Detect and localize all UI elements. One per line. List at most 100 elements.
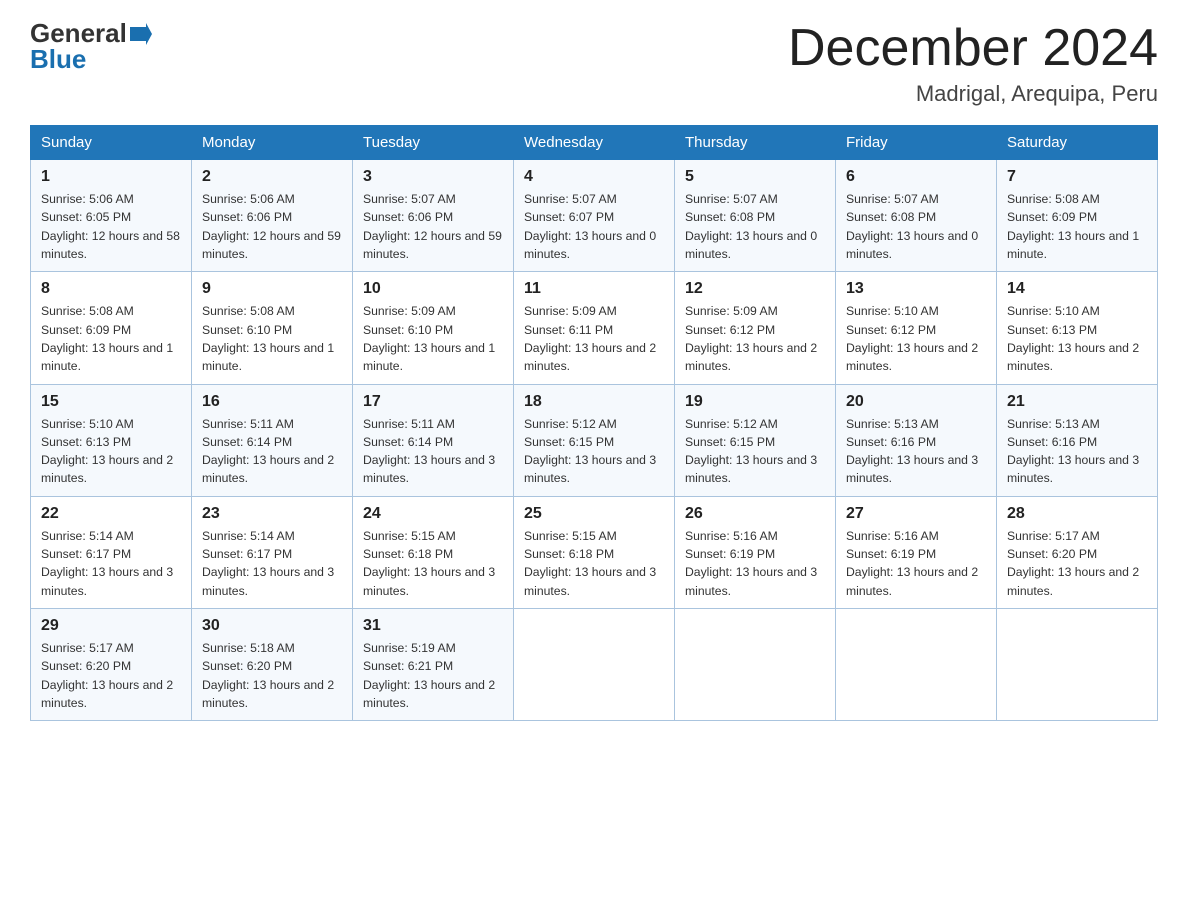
- calendar-cell: 30 Sunrise: 5:18 AMSunset: 6:20 PMDayligh…: [192, 608, 353, 720]
- calendar-cell: 23 Sunrise: 5:14 AMSunset: 6:17 PMDayligh…: [192, 496, 353, 608]
- calendar-cell: [997, 608, 1158, 720]
- calendar-cell: 15 Sunrise: 5:10 AMSunset: 6:13 PMDayligh…: [31, 384, 192, 496]
- header-friday: Friday: [836, 126, 997, 160]
- calendar-week-4: 22Sunrise: 5:14 AMSunset: 6:17 PMDayligh…: [31, 496, 1158, 608]
- day-number: 17: [363, 393, 503, 411]
- day-info: Sunrise: 5:17 AMSunset: 6:20 PMDaylight:…: [1007, 527, 1147, 600]
- day-info: Sunrise: 5:11 AMSunset: 6:14 PMDaylight:…: [363, 415, 503, 488]
- calendar-cell: 8 Sunrise: 5:08 AMSunset: 6:09 PMDaylight…: [31, 272, 192, 384]
- day-number: 23: [202, 505, 342, 523]
- calendar-header: Sunday Monday Tuesday Wednesday Thursday…: [31, 126, 1158, 160]
- page-header: General Blue December 2024 Madrigal, Are…: [30, 20, 1158, 107]
- day-info: Sunrise: 5:10 AMSunset: 6:13 PMDaylight:…: [41, 415, 181, 488]
- day-number: 28: [1007, 505, 1147, 523]
- day-number: 21: [1007, 393, 1147, 411]
- day-number: 15: [41, 393, 181, 411]
- day-number: 13: [846, 280, 986, 298]
- calendar-table: Sunday Monday Tuesday Wednesday Thursday…: [30, 125, 1158, 721]
- day-number: 24: [363, 505, 503, 523]
- day-info: Sunrise: 5:12 AMSunset: 6:15 PMDaylight:…: [524, 415, 664, 488]
- calendar-week-1: 1 Sunrise: 5:06 AMSunset: 6:05 PMDaylight…: [31, 160, 1158, 272]
- day-info: Sunrise: 5:09 AMSunset: 6:11 PMDaylight:…: [524, 302, 664, 375]
- calendar-cell: 4Sunrise: 5:07 AMSunset: 6:07 PMDaylight…: [514, 160, 675, 272]
- calendar-cell: 27 Sunrise: 5:16 AMSunset: 6:19 PMDayligh…: [836, 496, 997, 608]
- calendar-cell: 6 Sunrise: 5:07 AMSunset: 6:08 PMDaylight…: [836, 160, 997, 272]
- day-number: 18: [524, 393, 664, 411]
- calendar-cell: 24 Sunrise: 5:15 AMSunset: 6:18 PMDayligh…: [353, 496, 514, 608]
- day-number: 10: [363, 280, 503, 298]
- day-info: Sunrise: 5:13 AMSunset: 6:16 PMDaylight:…: [1007, 415, 1147, 488]
- title-block: December 2024 Madrigal, Arequipa, Peru: [788, 20, 1158, 107]
- calendar-cell: 13 Sunrise: 5:10 AMSunset: 6:12 PMDayligh…: [836, 272, 997, 384]
- day-info: Sunrise: 5:16 AMSunset: 6:19 PMDaylight:…: [685, 527, 825, 600]
- day-info: Sunrise: 5:16 AMSunset: 6:19 PMDaylight:…: [846, 527, 986, 600]
- calendar-cell: 17 Sunrise: 5:11 AMSunset: 6:14 PMDayligh…: [353, 384, 514, 496]
- header-row: Sunday Monday Tuesday Wednesday Thursday…: [31, 126, 1158, 160]
- day-info: Sunrise: 5:12 AMSunset: 6:15 PMDaylight:…: [685, 415, 825, 488]
- day-info: Sunrise: 5:09 AMSunset: 6:10 PMDaylight:…: [363, 302, 503, 375]
- header-saturday: Saturday: [997, 126, 1158, 160]
- header-sunday: Sunday: [31, 126, 192, 160]
- calendar-cell: 2Sunrise: 5:06 AMSunset: 6:06 PMDaylight…: [192, 160, 353, 272]
- day-number: 20: [846, 393, 986, 411]
- day-number: 27: [846, 505, 986, 523]
- day-number: 9: [202, 280, 342, 298]
- day-number: 2: [202, 168, 342, 186]
- day-number: 1: [41, 168, 181, 186]
- day-number: 25: [524, 505, 664, 523]
- header-wednesday: Wednesday: [514, 126, 675, 160]
- day-info: Sunrise: 5:07 AMSunset: 6:08 PMDaylight:…: [685, 190, 825, 263]
- calendar-cell: [836, 608, 997, 720]
- month-title: December 2024: [788, 20, 1158, 77]
- day-number: 26: [685, 505, 825, 523]
- day-info: Sunrise: 5:08 AMSunset: 6:09 PMDaylight:…: [1007, 190, 1147, 263]
- calendar-week-3: 15 Sunrise: 5:10 AMSunset: 6:13 PMDayligh…: [31, 384, 1158, 496]
- calendar-body: 1 Sunrise: 5:06 AMSunset: 6:05 PMDaylight…: [31, 160, 1158, 721]
- day-info: Sunrise: 5:11 AMSunset: 6:14 PMDaylight:…: [202, 415, 342, 488]
- day-info: Sunrise: 5:06 AMSunset: 6:05 PMDaylight:…: [41, 190, 181, 263]
- location-title: Madrigal, Arequipa, Peru: [788, 81, 1158, 107]
- day-number: 12: [685, 280, 825, 298]
- day-info: Sunrise: 5:14 AMSunset: 6:17 PMDaylight:…: [41, 527, 181, 600]
- day-info: Sunrise: 5:08 AMSunset: 6:10 PMDaylight:…: [202, 302, 342, 375]
- day-number: 31: [363, 617, 503, 635]
- day-number: 4: [524, 168, 664, 186]
- calendar-cell: 20 Sunrise: 5:13 AMSunset: 6:16 PMDayligh…: [836, 384, 997, 496]
- day-info: Sunrise: 5:07 AMSunset: 6:08 PMDaylight:…: [846, 190, 986, 263]
- calendar-cell: 14Sunrise: 5:10 AMSunset: 6:13 PMDayligh…: [997, 272, 1158, 384]
- day-info: Sunrise: 5:18 AMSunset: 6:20 PMDaylight:…: [202, 639, 342, 712]
- day-info: Sunrise: 5:10 AMSunset: 6:12 PMDaylight:…: [846, 302, 986, 375]
- calendar-cell: 5 Sunrise: 5:07 AMSunset: 6:08 PMDaylight…: [675, 160, 836, 272]
- calendar-cell: 11Sunrise: 5:09 AMSunset: 6:11 PMDayligh…: [514, 272, 675, 384]
- calendar-cell: 26 Sunrise: 5:16 AMSunset: 6:19 PMDayligh…: [675, 496, 836, 608]
- logo-blue-text: Blue: [30, 44, 86, 75]
- day-info: Sunrise: 5:14 AMSunset: 6:17 PMDaylight:…: [202, 527, 342, 600]
- day-info: Sunrise: 5:09 AMSunset: 6:12 PMDaylight:…: [685, 302, 825, 375]
- calendar-cell: 1 Sunrise: 5:06 AMSunset: 6:05 PMDaylight…: [31, 160, 192, 272]
- day-info: Sunrise: 5:17 AMSunset: 6:20 PMDaylight:…: [41, 639, 181, 712]
- day-number: 3: [363, 168, 503, 186]
- day-info: Sunrise: 5:08 AMSunset: 6:09 PMDaylight:…: [41, 302, 181, 375]
- calendar-cell: 18 Sunrise: 5:12 AMSunset: 6:15 PMDayligh…: [514, 384, 675, 496]
- header-monday: Monday: [192, 126, 353, 160]
- calendar-cell: 3 Sunrise: 5:07 AMSunset: 6:06 PMDaylight…: [353, 160, 514, 272]
- day-info: Sunrise: 5:15 AMSunset: 6:18 PMDaylight:…: [363, 527, 503, 600]
- logo: General Blue: [30, 20, 152, 75]
- calendar-week-2: 8 Sunrise: 5:08 AMSunset: 6:09 PMDaylight…: [31, 272, 1158, 384]
- calendar-cell: [514, 608, 675, 720]
- day-number: 5: [685, 168, 825, 186]
- calendar-cell: 12 Sunrise: 5:09 AMSunset: 6:12 PMDayligh…: [675, 272, 836, 384]
- day-info: Sunrise: 5:07 AMSunset: 6:06 PMDaylight:…: [363, 190, 503, 263]
- calendar-cell: 16 Sunrise: 5:11 AMSunset: 6:14 PMDayligh…: [192, 384, 353, 496]
- header-thursday: Thursday: [675, 126, 836, 160]
- day-info: Sunrise: 5:15 AMSunset: 6:18 PMDaylight:…: [524, 527, 664, 600]
- day-number: 8: [41, 280, 181, 298]
- logo-general-text: General: [30, 20, 127, 46]
- day-number: 19: [685, 393, 825, 411]
- day-info: Sunrise: 5:10 AMSunset: 6:13 PMDaylight:…: [1007, 302, 1147, 375]
- day-number: 30: [202, 617, 342, 635]
- calendar-cell: 10 Sunrise: 5:09 AMSunset: 6:10 PMDayligh…: [353, 272, 514, 384]
- day-number: 16: [202, 393, 342, 411]
- day-info: Sunrise: 5:13 AMSunset: 6:16 PMDaylight:…: [846, 415, 986, 488]
- day-number: 6: [846, 168, 986, 186]
